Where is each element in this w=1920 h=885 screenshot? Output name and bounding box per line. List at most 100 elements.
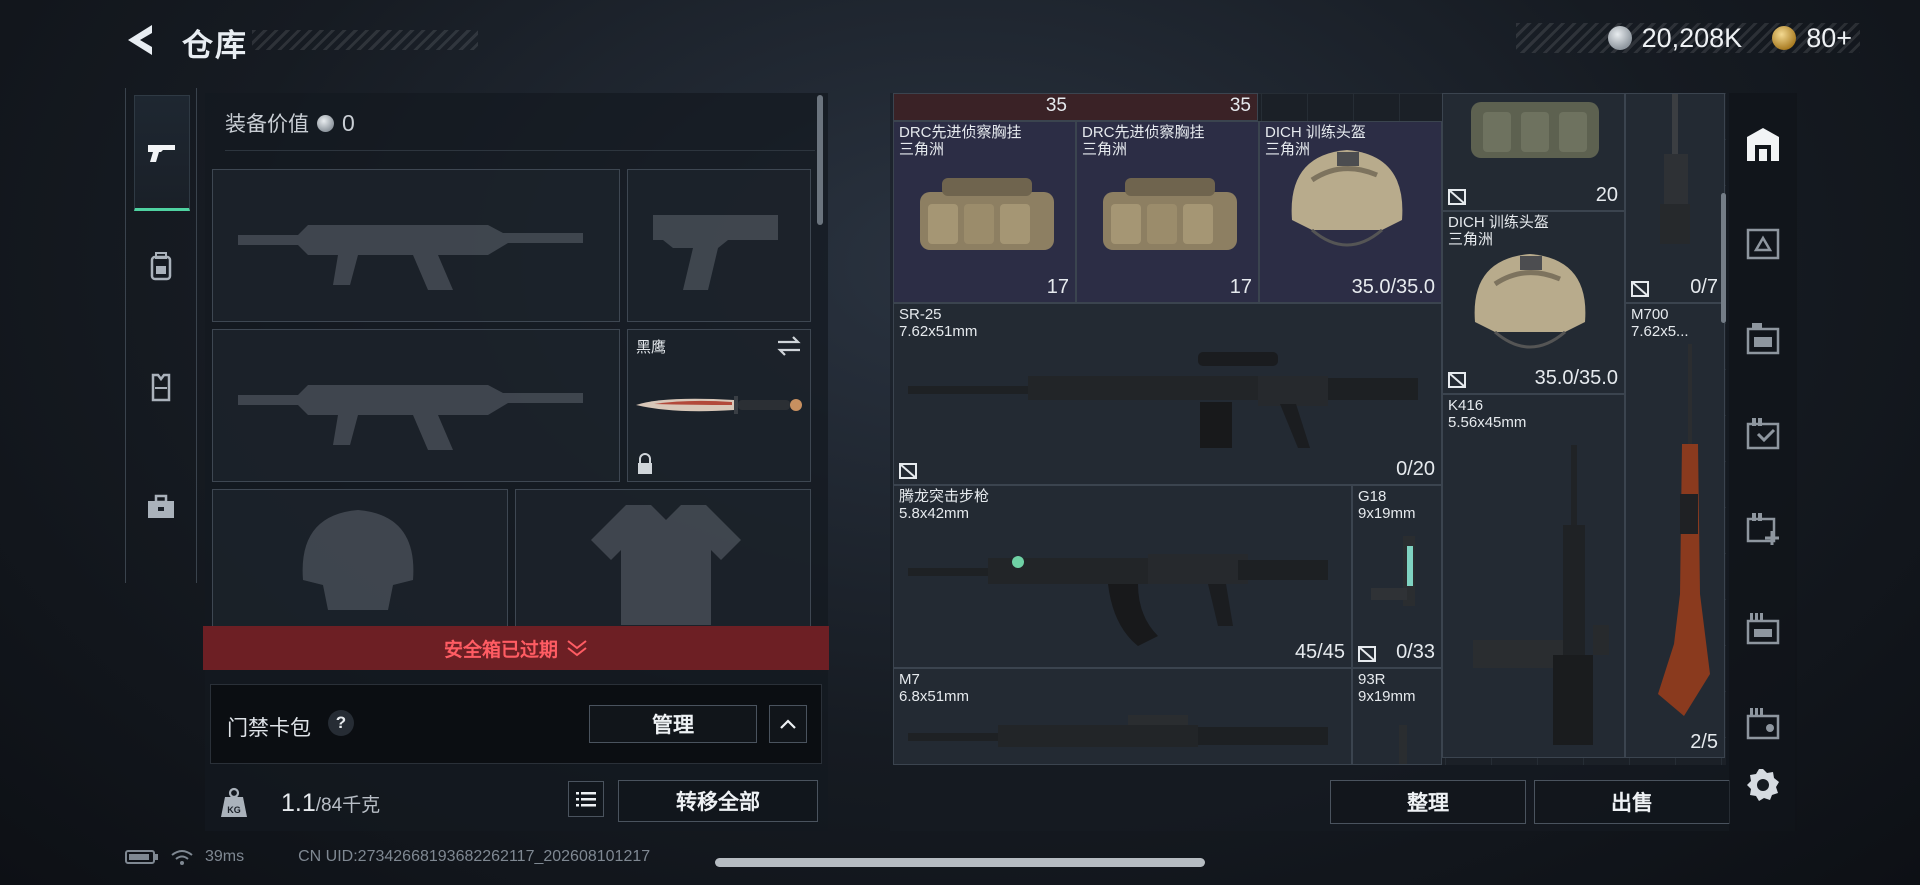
pistol-slot[interactable] <box>627 169 811 322</box>
inventory-item[interactable]: K416 5.56x45mm <box>1442 394 1625 758</box>
storage-tab-bar <box>1729 93 1797 831</box>
inventory-item[interactable]: M7 6.8x51mm <box>893 668 1352 765</box>
chevron-up-icon <box>780 719 796 729</box>
double-chevron-down-icon <box>567 640 587 657</box>
inventory-item[interactable]: DICH 训练头盔 三角洲 35.0/35.0 <box>1442 211 1625 394</box>
inventory-item[interactable]: 20 <box>1442 93 1625 211</box>
tab-storage-3[interactable] <box>1743 413 1783 453</box>
armor-silhouette-icon <box>591 505 741 625</box>
equipment-value: 装备价值 0 <box>225 108 355 138</box>
tab-storage-2[interactable] <box>1743 318 1783 358</box>
pistol-silhouette-icon <box>653 215 778 290</box>
back-arrow-icon[interactable] <box>122 22 162 58</box>
safehouse-icon <box>1747 128 1779 161</box>
inventory-item[interactable]: 0/7 <box>1625 93 1725 303</box>
equipment-tab-bar <box>125 88 197 583</box>
svg-text:KG: KG <box>227 805 241 815</box>
armor-slot[interactable] <box>515 489 811 629</box>
sort-button[interactable]: 整理 <box>1330 780 1526 824</box>
tab-storage-add[interactable] <box>1743 508 1783 548</box>
melee-slot[interactable]: 黑鹰 <box>627 329 811 482</box>
weapon-part-image <box>1660 94 1690 244</box>
tab-storage-5[interactable] <box>1743 703 1783 743</box>
swap-icon[interactable] <box>776 336 802 356</box>
item-value: 20 <box>1595 184 1618 206</box>
inventory-item[interactable]: M700 7.62x5... 2/5 <box>1625 303 1725 758</box>
inventory-item[interactable]: DRC先进侦察胸挂 三角洲 17 <box>893 121 1076 303</box>
item-value: 45/45 <box>1294 641 1345 663</box>
primary-weapon-slot-2[interactable] <box>212 329 620 482</box>
no-insurance-icon <box>899 463 917 479</box>
safebox-expired-banner[interactable]: 安全箱已过期 <box>203 626 829 670</box>
status-footer: 39ms CN UID:2734266819368226211​7_202608… <box>125 848 650 866</box>
weight-current: 1.1 <box>281 789 316 817</box>
inventory-item[interactable]: 腾龙突击步枪 5.8x42mm 45/45 <box>893 485 1352 668</box>
item-name: DRC先进侦察胸挂 三角洲 <box>1082 124 1205 158</box>
gold-coin-icon <box>1772 26 1797 50</box>
no-insurance-icon <box>1448 372 1466 388</box>
rifle-silhouette-icon <box>238 225 583 290</box>
item-name: G18 9x19mm <box>1358 488 1416 522</box>
pistol-icon <box>148 145 175 162</box>
equipment-scrollbar[interactable] <box>817 95 823 225</box>
equipment-value-label: 装备价值 <box>225 113 309 136</box>
tab-case[interactable] <box>134 451 188 563</box>
home-indicator-bar <box>715 858 1205 867</box>
help-icon[interactable]: ? <box>328 710 354 736</box>
access-card-label: 门禁卡包 <box>227 717 311 740</box>
tab-gear[interactable] <box>134 210 188 322</box>
storage-2-icon <box>1746 323 1780 355</box>
settings-button[interactable] <box>1743 765 1783 805</box>
silver-coin-icon <box>317 114 334 132</box>
item-name: DRC先进侦察胸挂 三角洲 <box>899 124 1022 158</box>
backpack-icon <box>150 252 172 281</box>
inventory-item[interactable]: G18 9x19mm 0/33 <box>1352 485 1442 668</box>
tab-storage-1[interactable] <box>1743 223 1783 263</box>
tab-vest[interactable] <box>134 331 188 443</box>
item-value: 35 <box>1229 95 1251 116</box>
inventory-item[interactable]: 93R 9x19mm <box>1352 668 1442 765</box>
safebox-expired-text: 安全箱已过期 <box>443 639 558 661</box>
inventory-grid: 35 35 DRC先进侦察胸挂 三角洲 17 DRC先进侦察胸挂 三角洲 17 … <box>893 93 1726 765</box>
no-insurance-icon <box>1631 281 1649 297</box>
helmet-image <box>1474 254 1586 349</box>
tab-storage-4[interactable] <box>1743 608 1783 648</box>
item-name: DICH 训练头盔 三角洲 <box>1265 124 1366 158</box>
bolt-rifle-image <box>1658 344 1710 716</box>
storage-3-icon <box>1746 418 1780 450</box>
lock-icon <box>638 453 652 474</box>
tab-weapons[interactable] <box>134 95 190 211</box>
manage-button[interactable]: 管理 <box>589 705 757 743</box>
weight-bar: KG 1.1/84千克 转移全部 <box>205 775 828 831</box>
gold-currency-amount[interactable]: 80+ <box>1806 23 1852 54</box>
sell-button[interactable]: 出售 <box>1534 780 1730 824</box>
chest-rig-image <box>920 178 1054 250</box>
item-value: 17 <box>1046 276 1069 298</box>
inventory-item[interactable]: DICH 训练头盔 三角洲 35.0/35.0 <box>1259 121 1442 303</box>
collapse-button[interactable] <box>769 705 807 743</box>
inventory-item[interactable]: DRC先进侦察胸挂 三角洲 17 <box>1076 121 1259 303</box>
inventory-item[interactable]: SR-25 7.62x51mm 0/20 <box>893 303 1442 485</box>
list-view-button[interactable] <box>568 781 604 817</box>
primary-weapon-slot-1[interactable] <box>212 169 620 322</box>
settings-icon <box>1747 769 1779 801</box>
item-name: K416 5.56x45mm <box>1448 397 1527 431</box>
transfer-all-button[interactable]: 转移全部 <box>618 780 818 822</box>
wifi-icon <box>171 850 193 865</box>
inventory-scrollbar[interactable] <box>1721 193 1726 323</box>
currency-bar: 20,208K 80+ <box>1516 23 1860 53</box>
inventory-item[interactable]: 35 35 <box>893 93 1258 121</box>
helmet-slot[interactable] <box>212 489 508 629</box>
item-value: 35 <box>1045 95 1067 116</box>
tab-safehouse[interactable] <box>1743 124 1783 164</box>
title-decoration <box>252 30 478 50</box>
knife-image <box>636 396 802 414</box>
pistol-image <box>1399 725 1407 764</box>
storage-1-icon <box>1746 228 1780 260</box>
storage-add-icon <box>1746 513 1779 545</box>
chest-rig-image <box>1103 178 1237 250</box>
rifle-image <box>908 554 1328 646</box>
rifle-image <box>908 352 1418 448</box>
helmet-silhouette-icon <box>302 510 414 610</box>
divider <box>225 150 815 151</box>
